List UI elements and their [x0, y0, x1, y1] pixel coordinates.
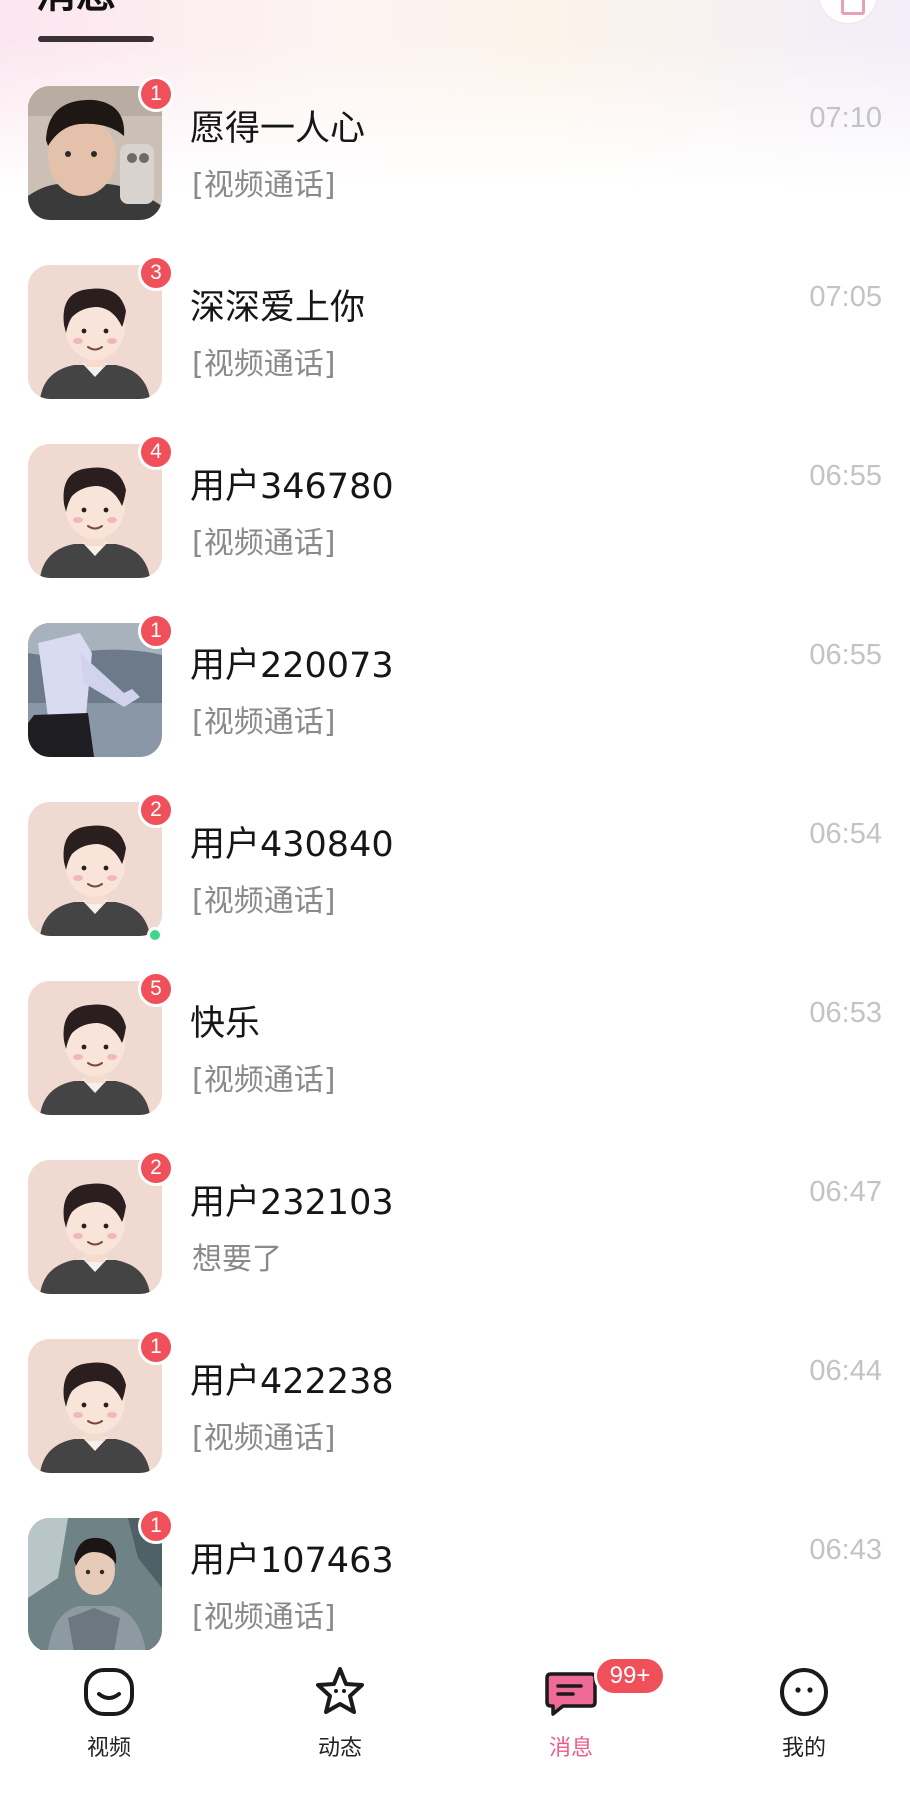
message-time: 06:43 — [809, 1534, 882, 1566]
conversation-row[interactable]: 4 用户346780 [视频通话] 06:55 — [0, 434, 910, 615]
unread-badge: 3 — [138, 255, 174, 291]
tab-label: 动态 — [317, 1736, 362, 1761]
message-preview: [视频通话] — [192, 884, 336, 919]
contact-name: 愿得一人心 — [190, 109, 366, 149]
message-time: 06:55 — [809, 460, 882, 492]
contact-name: 深深爱上你 — [190, 288, 366, 328]
messages-unread-badge: 99+ — [594, 1656, 666, 1696]
profile-face-icon — [780, 1668, 828, 1716]
online-status-dot — [147, 927, 163, 943]
unread-badge: 1 — [138, 1329, 174, 1365]
title-underline — [38, 36, 154, 42]
contact-name: 快乐 — [190, 1004, 261, 1044]
conversation-row[interactable]: 2 用户430840 [视频通话] 06:54 — [0, 792, 910, 973]
conversation-row[interactable]: 1 用户422238 [视频通话] 06:44 — [0, 1329, 910, 1510]
contact-name: 用户422238 — [190, 1362, 394, 1402]
unread-badge: 2 — [138, 1150, 174, 1186]
unread-badge: 1 — [138, 76, 174, 112]
tab-profile[interactable]: 我的 — [739, 1650, 869, 1780]
message-preview: 想要了 — [192, 1242, 282, 1277]
star-icon — [316, 1667, 364, 1714]
unread-badge: 4 — [138, 434, 174, 470]
page-title: 消息 — [36, 0, 116, 14]
conversation-row[interactable]: 5 快乐 [视频通话] 06:53 — [0, 971, 910, 1152]
tab-label: 我的 — [781, 1736, 826, 1761]
message-time: 06:54 — [809, 818, 882, 850]
conversation-row[interactable]: 2 用户232103 想要了 06:47 — [0, 1150, 910, 1331]
conversation-list: 1 愿得一人心 [视频通话] 07:10 3 深深爱上你 [视频通话] 07:05 4 用户3… — [0, 76, 910, 1689]
conversation-row[interactable]: 3 深深爱上你 [视频通话] 07:05 — [0, 255, 910, 436]
video-smile-icon — [84, 1668, 134, 1716]
message-preview: [视频通话] — [192, 526, 336, 561]
message-preview: [视频通话] — [192, 168, 336, 203]
tab-video[interactable]: 视频 — [44, 1650, 174, 1780]
tab-label: 视频 — [86, 1736, 131, 1761]
message-time: 07:10 — [809, 102, 882, 134]
message-time: 06:47 — [809, 1176, 882, 1208]
contact-name: 用户232103 — [190, 1183, 394, 1223]
tab-label: 消息 — [548, 1736, 593, 1761]
tab-messages[interactable]: 99+ 消息 — [506, 1650, 666, 1780]
message-time: 06:44 — [809, 1355, 882, 1387]
conversation-row[interactable]: 1 用户220073 [视频通话] 06:55 — [0, 613, 910, 794]
message-preview: [视频通话] — [192, 347, 336, 382]
tab-moments[interactable]: 动态 — [275, 1650, 405, 1780]
message-preview: [视频通话] — [192, 705, 336, 740]
unread-badge: 1 — [138, 613, 174, 649]
contact-name: 用户346780 — [190, 467, 394, 507]
contact-name: 用户107463 — [190, 1541, 394, 1581]
conversation-row[interactable]: 1 愿得一人心 [视频通话] 07:10 — [0, 76, 910, 257]
message-time: 06:55 — [809, 639, 882, 671]
unread-badge: 5 — [138, 971, 174, 1007]
contact-name: 用户430840 — [190, 825, 394, 865]
contact-name: 用户220073 — [190, 646, 394, 686]
message-time: 06:53 — [809, 997, 882, 1029]
message-time: 07:05 — [809, 281, 882, 313]
message-preview: [视频通话] — [192, 1600, 336, 1635]
bottom-tab-bar: 视频 动态 99+ 消息 我的 — [0, 1650, 910, 1804]
message-preview: [视频通话] — [192, 1063, 336, 1098]
chat-bubble-icon — [545, 1672, 597, 1716]
message-preview: [视频通话] — [192, 1421, 336, 1456]
unread-badge: 1 — [138, 1508, 174, 1544]
unread-badge: 2 — [138, 792, 174, 828]
